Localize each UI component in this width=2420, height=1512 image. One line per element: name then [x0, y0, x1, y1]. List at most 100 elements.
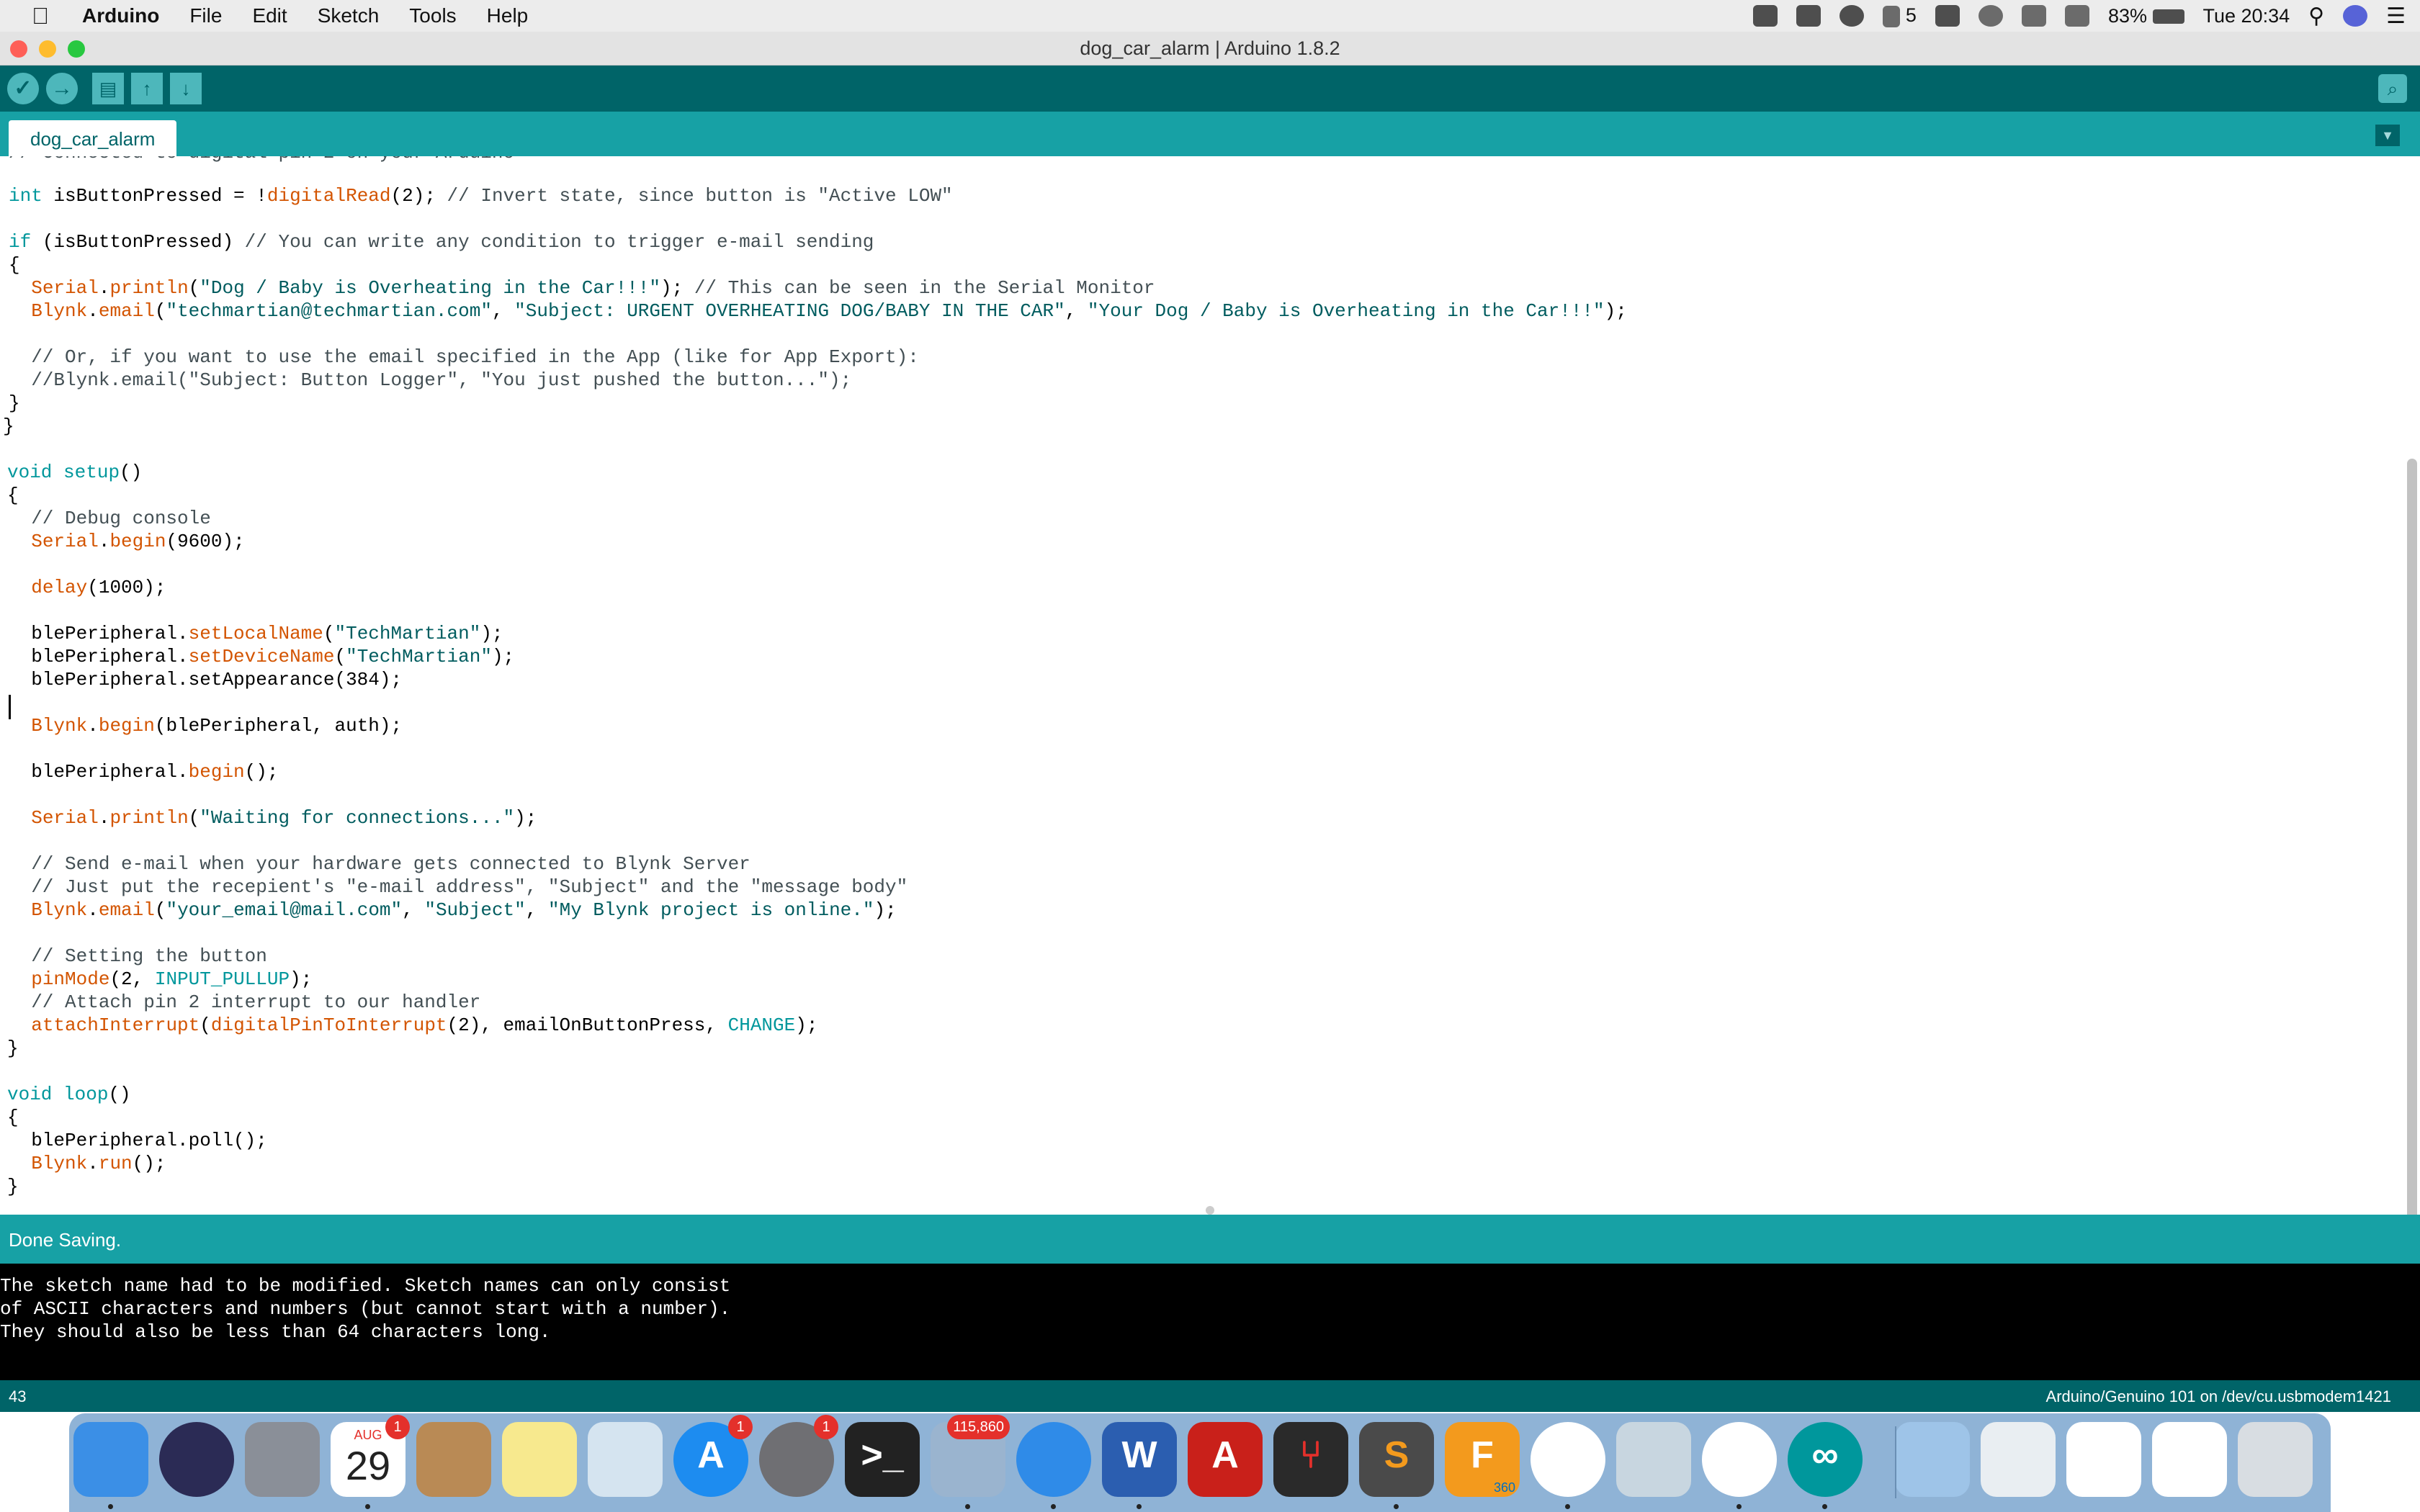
dock-image-capture-icon[interactable]	[1616, 1422, 1691, 1497]
new-sketch-button[interactable]: ▤	[92, 73, 124, 104]
code-line: blePeripheral.poll();	[9, 1130, 267, 1151]
code-editor[interactable]: // Connected to digital pin 2 on your Ar…	[0, 156, 2420, 1215]
editor-scrollbar[interactable]	[2407, 459, 2417, 1215]
code-line: pinMode(2, INPUT_PULLUP);	[31, 968, 313, 990]
adobe-status-item[interactable]: 5	[1883, 4, 1917, 27]
save-sketch-button[interactable]: ↓	[170, 73, 202, 104]
dock-photos-icon[interactable]	[1702, 1422, 1777, 1497]
code-line: // Or, if you want to use the email spec…	[9, 346, 919, 368]
running-indicator	[965, 1504, 970, 1509]
dock-chrome-icon[interactable]	[1531, 1422, 1605, 1497]
code-line: Serial.println("Dog / Baby is Overheatin…	[31, 277, 1155, 299]
upload-button[interactable]: →	[46, 73, 78, 104]
code-line: blePeripheral.setLocalName("TechMartian"…	[9, 623, 503, 644]
running-indicator	[1394, 1504, 1399, 1509]
dock-app-store-icon[interactable]: A1	[673, 1415, 753, 1497]
code-line: Blynk.email("your_email@mail.com", "Subj…	[31, 899, 897, 921]
dock-siri-icon[interactable]	[159, 1422, 234, 1497]
dock-preview-icon[interactable]	[588, 1422, 663, 1497]
code-line: // Connected to digital pin 2 on your Ar…	[9, 156, 514, 163]
dock-arduino-icon[interactable]: ∞	[1788, 1422, 1863, 1497]
siri-icon[interactable]	[2343, 5, 2368, 27]
code-line: void setup()	[7, 462, 143, 483]
menu-sketch[interactable]: Sketch	[318, 4, 380, 27]
dock-fusion-360-icon[interactable]: F 360	[1445, 1422, 1520, 1497]
dock-launchpad-icon[interactable]	[245, 1422, 320, 1497]
tab-dog-car-alarm[interactable]: dog_car_alarm	[9, 120, 177, 156]
running-indicator	[1822, 1504, 1827, 1509]
autocad-glyph: A	[1211, 1434, 1239, 1476]
clock[interactable]: Tue 20:34	[2203, 5, 2290, 27]
battery-status[interactable]: 83%	[2108, 5, 2184, 27]
pane-divider-handle[interactable]	[1206, 1206, 1214, 1215]
dock-system-preferences-icon[interactable]: 1	[759, 1415, 838, 1497]
dock-autocad-icon[interactable]: A	[1188, 1422, 1263, 1497]
open-sketch-button[interactable]: ↑	[131, 73, 163, 104]
fusion-360-glyph: F	[1471, 1434, 1494, 1476]
vpn-icon[interactable]	[1978, 5, 2003, 27]
running-indicator	[108, 1504, 113, 1509]
code-line: {	[7, 1107, 19, 1128]
sublime-text-glyph: S	[1384, 1434, 1410, 1476]
window-title-bar: dog_car_alarm | Arduino 1.8.2	[0, 32, 2420, 66]
code-line: }	[7, 1176, 19, 1197]
camera-icon[interactable]	[1935, 5, 1960, 27]
menu-help[interactable]: Help	[487, 4, 529, 27]
dock-safari-icon[interactable]	[1016, 1422, 1091, 1497]
dock-downloads-icon[interactable]	[1895, 1422, 1970, 1497]
adobe-icon	[1883, 5, 1901, 27]
menu-bar:  Arduino File Edit Sketch Tools Help 5 …	[0, 0, 2420, 32]
acrobat-glyph: ⑂	[1299, 1434, 1322, 1476]
code-line: }	[9, 392, 20, 414]
spotlight-search-icon[interactable]: ⚲	[2308, 4, 2324, 29]
dock-window-2-icon[interactable]	[2066, 1422, 2141, 1497]
menu-tools[interactable]: Tools	[409, 4, 456, 27]
adobe-count: 5	[1905, 4, 1917, 27]
code-line: blePeripheral.setAppearance(384);	[9, 669, 403, 690]
running-indicator	[1051, 1504, 1056, 1509]
tab-menu-dropdown-icon[interactable]: ▼	[2375, 125, 2400, 146]
airplay-icon[interactable]	[2021, 5, 2046, 27]
dock-word-icon[interactable]: W	[1102, 1422, 1177, 1497]
dock-sublime-text-icon[interactable]: S	[1359, 1422, 1434, 1497]
google-drive-icon[interactable]	[1796, 5, 1821, 27]
dock-separator	[1895, 1426, 1896, 1498]
menu-edit[interactable]: Edit	[252, 4, 287, 27]
notification-center-icon[interactable]: ☰	[2386, 4, 2406, 29]
code-line: int isButtonPressed = !digitalRead(2); /…	[9, 185, 953, 207]
tab-bar: dog_car_alarm ▼	[0, 112, 2420, 156]
status-bar: Done Saving.	[0, 1215, 2420, 1264]
dock-trash-icon[interactable]	[2238, 1422, 2313, 1497]
console-line: of ASCII characters and numbers (but can…	[0, 1298, 731, 1320]
dock-acrobat-icon[interactable]: ⑂	[1273, 1422, 1348, 1497]
dock-calendar-icon[interactable]: AUG 29 1	[331, 1415, 410, 1497]
dropbox-icon[interactable]	[1753, 5, 1778, 27]
apple-icon[interactable]: 	[26, 3, 55, 30]
status-message: Done Saving.	[9, 1229, 122, 1251]
app-store-badge: 1	[728, 1415, 753, 1439]
dock-terminal-icon[interactable]: >_	[845, 1422, 920, 1497]
code-line: }	[7, 1038, 19, 1059]
wifi-icon[interactable]	[2064, 5, 2089, 27]
code-line: attachInterrupt(digitalPinToInterrupt(2)…	[31, 1014, 818, 1036]
serial-monitor-button[interactable]: ⌕	[2378, 74, 2407, 103]
console-line: The sketch name had to be modified. Sket…	[0, 1275, 731, 1297]
dock-contacts-icon[interactable]	[416, 1422, 491, 1497]
running-indicator	[1565, 1504, 1570, 1509]
verify-button[interactable]: ✓	[7, 73, 39, 104]
dock-window-3-icon[interactable]	[2152, 1422, 2227, 1497]
dock-window-1-icon[interactable]	[1981, 1422, 2056, 1497]
menu-app-arduino[interactable]: Arduino	[82, 4, 159, 27]
code-line: {	[7, 485, 19, 506]
dock-finder-icon[interactable]	[73, 1422, 148, 1497]
code-line: // Debug console	[9, 508, 211, 529]
dock-notes-icon[interactable]	[502, 1422, 577, 1497]
window-title: dog_car_alarm | Arduino 1.8.2	[1080, 37, 1340, 59]
code-line: {	[9, 254, 20, 276]
running-indicator	[365, 1504, 370, 1509]
dock-mail-icon[interactable]: 115,860	[931, 1415, 1010, 1497]
console-output[interactable]: The sketch name had to be modified. Sket…	[0, 1264, 2420, 1380]
code-line: //Blynk.email("Subject: Button Logger", …	[9, 369, 852, 391]
screen-recorder-icon[interactable]	[1839, 5, 1865, 27]
menu-file[interactable]: File	[189, 4, 222, 27]
